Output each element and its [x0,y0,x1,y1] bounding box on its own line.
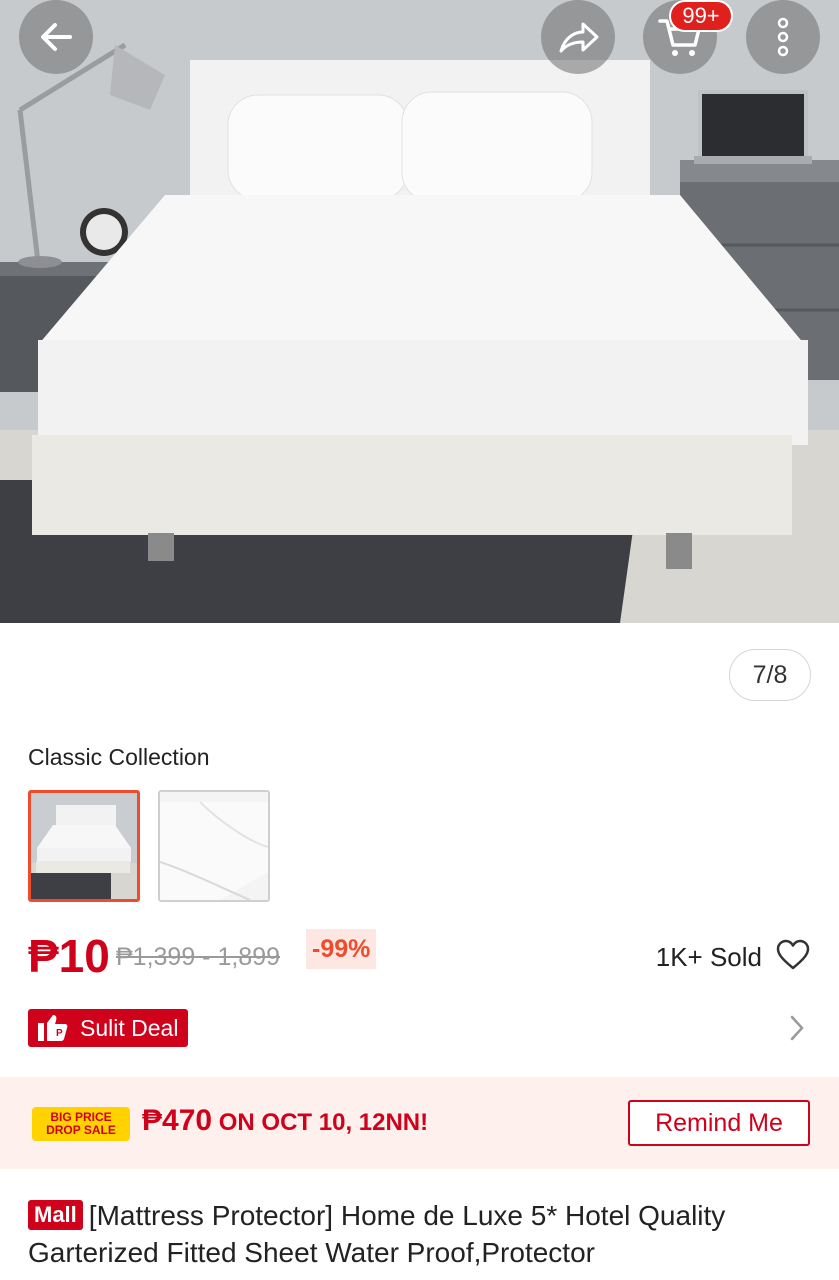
remind-me-button[interactable]: Remind Me [628,1100,810,1146]
original-price: ₱1,399 - 1,899 [116,943,281,971]
variation-label: Classic Collection [28,744,210,770]
current-price: ₱10 [28,930,110,982]
share-button[interactable] [541,0,615,74]
thumb-bed-image [31,793,137,899]
thumbs-up-icon: P [38,1015,68,1041]
product-title: [Mattress Protector] Home de Luxe 5* Hot… [28,1200,726,1268]
variation-thumb[interactable] [158,790,270,902]
sulit-deal-badge[interactable]: P Sulit Deal [28,1009,188,1047]
back-arrow-icon [41,23,72,51]
product-title-block: Mall [Mattress Protector] Home de Luxe 5*… [28,1197,818,1271]
discount-badge: -99% [306,929,377,969]
cart-count-badge: 99+ [669,0,733,32]
promo-badge-line2: DROP SALE [46,1123,116,1137]
deal-label: Sulit Deal [80,1014,179,1041]
sold-count: 1K+ Sold [655,942,762,972]
product-image[interactable]: 99+ [0,0,839,623]
heart-icon [776,939,810,970]
more-button[interactable] [746,0,820,74]
promo-date: ON OCT 10, 12NN! [212,1109,429,1136]
mall-tag: Mall [28,1200,83,1230]
more-vertical-icon [777,17,789,57]
share-icon [559,22,599,53]
promo-message: ₱470 ON OCT 10, 12NN! [142,1104,428,1138]
variation-thumb-selected[interactable] [28,790,140,902]
chevron-right-icon [790,1015,804,1041]
favorite-button[interactable] [776,939,810,976]
deal-chevron-button[interactable] [788,1014,806,1047]
bed-photo [0,0,839,623]
thumb-sheet-image [160,792,268,900]
price-row: ₱10 ₱1,399 - 1,899 -99% 1K+ Sold [28,925,818,985]
promo-amount: ₱470 [142,1104,213,1137]
image-counter: 7/8 [729,649,811,701]
svg-text:P: P [56,1028,63,1039]
back-button[interactable] [19,0,93,74]
big-price-drop-logo: BIG PRICE DROP SALE [32,1107,130,1141]
